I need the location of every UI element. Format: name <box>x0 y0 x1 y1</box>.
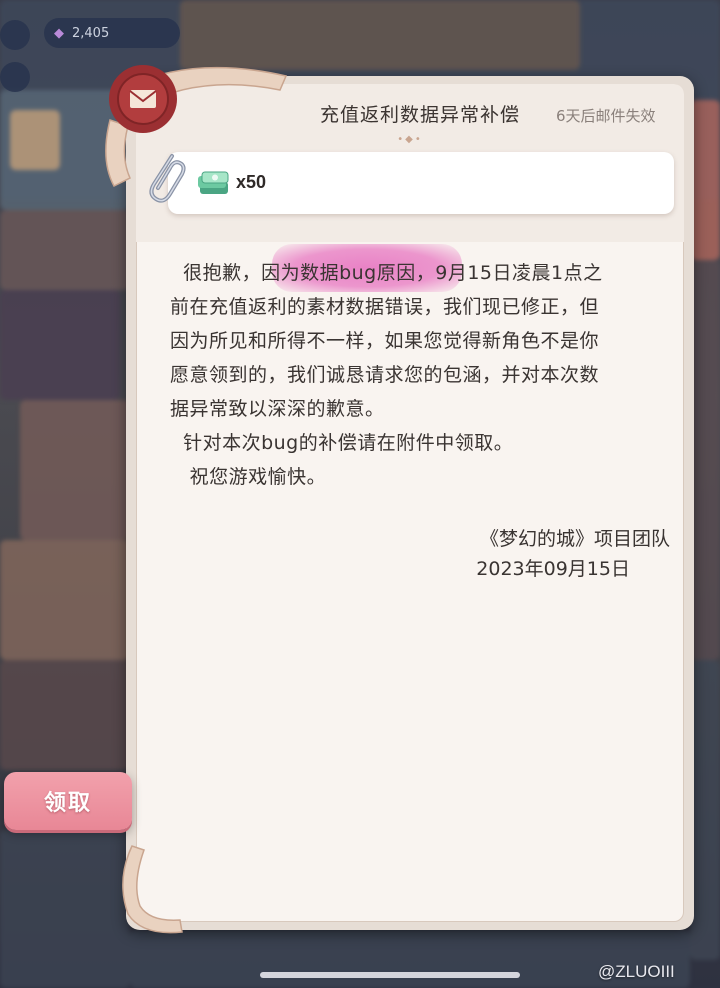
attachment-quantity: x50 <box>236 172 267 192</box>
wax-seal-icon <box>109 65 177 133</box>
watermark-text: @ZLUOIII <box>598 962 675 981</box>
hud-currency-value: 2,405 <box>72 25 110 41</box>
signature-team: 《梦幻的城》项目团队 <box>479 528 670 550</box>
body-line-4: 愿意领到的，我们诚恳请求您的包涵，并对本次数 <box>170 364 600 386</box>
body-line-3: 因为所见和所得不一样，如果您觉得新角色不是你 <box>170 330 600 352</box>
mail-expire-text: 6天后邮件失效 <box>556 107 656 125</box>
claim-button[interactable]: 领取 <box>4 772 132 830</box>
body-line-6: 针对本次bug的补偿请在附件中领取。 <box>170 432 514 454</box>
ribbon-bottom-decoration <box>122 845 183 934</box>
home-indicator[interactable] <box>260 972 520 978</box>
body-line-2: 前在充值返利的素材数据错误，我们现已修正，但 <box>170 296 600 318</box>
hud-currency-chip[interactable]: ◆ 2,405 <box>44 18 180 48</box>
body-line-1: 很抱歉，因为数据bug原因，9月15日凌晨1点之 <box>170 262 603 284</box>
paperclip-icon <box>149 154 186 203</box>
gem-hud-icon: ◆ <box>54 25 64 41</box>
mail-title: 充值返利数据异常补偿 <box>319 104 520 126</box>
currency-stack-icon[interactable] <box>196 168 232 198</box>
hud-chip-left[interactable]: 卡 <box>0 20 30 50</box>
signature-date: 2023年09月15日 <box>476 558 630 580</box>
body-line-5: 据异常致以深深的歉意。 <box>170 398 385 420</box>
hud-chip-left-2[interactable] <box>0 62 30 92</box>
body-line-7: 祝您游戏愉快。 <box>170 466 327 488</box>
title-divider-ornament: •◆• <box>397 134 423 145</box>
